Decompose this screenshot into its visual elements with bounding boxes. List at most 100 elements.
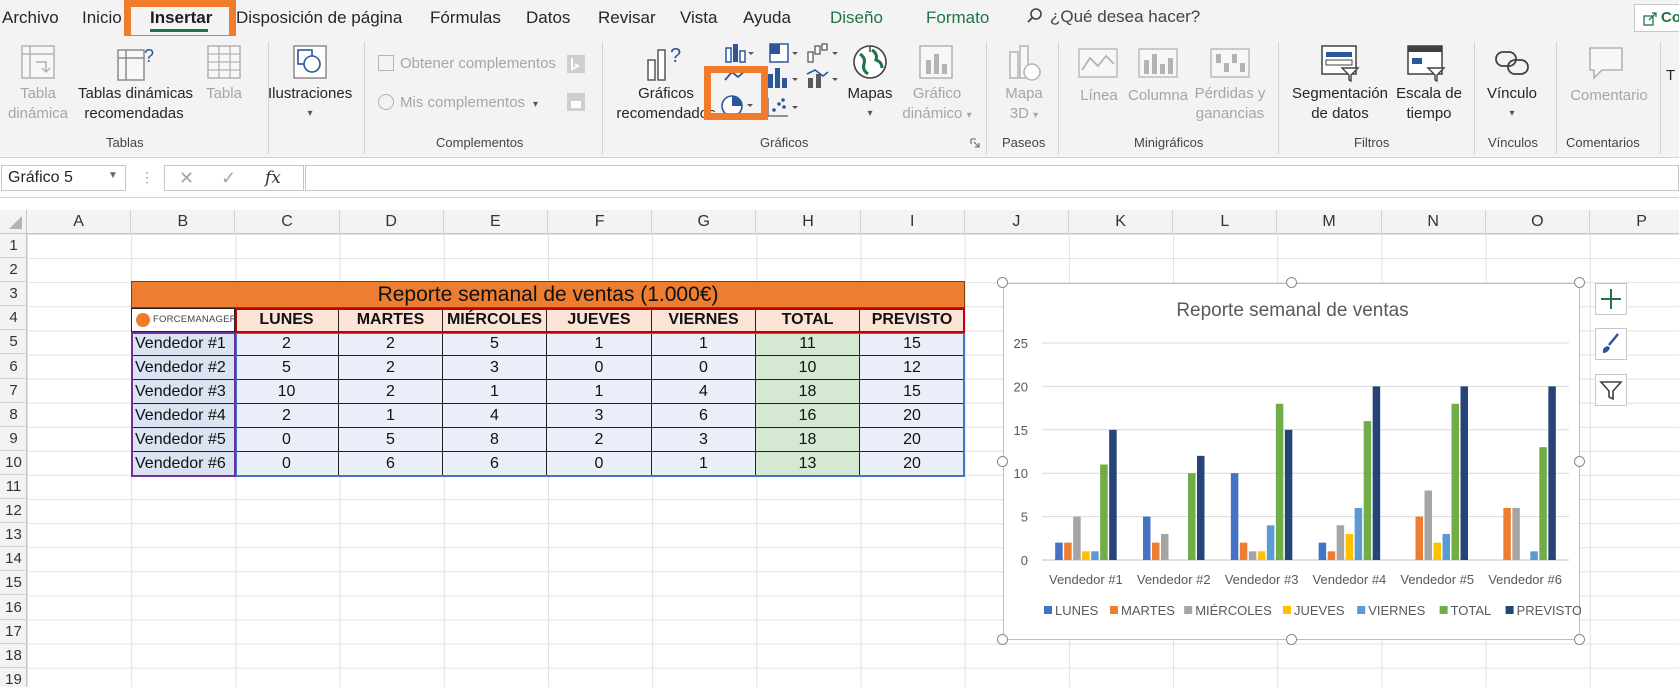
row-header-3[interactable]: 3: [0, 282, 27, 307]
row-header-12[interactable]: 12: [0, 499, 27, 524]
link-button[interactable]: Vínculo ▾: [1480, 84, 1544, 124]
value-cell[interactable]: 5: [339, 428, 443, 452]
row-header-4[interactable]: 4: [0, 306, 27, 331]
row-header-10[interactable]: 10: [0, 451, 27, 475]
waterfall-chart-icon[interactable]: [806, 42, 840, 64]
row-header-17[interactable]: 17: [0, 620, 27, 644]
value-cell[interactable]: 0: [235, 428, 339, 452]
value-cell[interactable]: 2: [339, 356, 443, 380]
vendor-name-cell[interactable]: Vendedor #2: [131, 356, 235, 380]
column-header-f[interactable]: F: [548, 210, 653, 234]
row-header-8[interactable]: 8: [0, 403, 27, 427]
timeline-button[interactable]: Escala de tiempo: [1394, 84, 1464, 124]
value-cell[interactable]: 3: [652, 428, 756, 452]
text-group-partial[interactable]: T: [1666, 66, 1675, 86]
resize-handle[interactable]: [1574, 277, 1585, 288]
column-header-b[interactable]: B: [131, 210, 236, 234]
tab-disposicion[interactable]: Disposición de página: [236, 8, 402, 28]
value-cell[interactable]: 4: [443, 404, 547, 428]
value-cell[interactable]: 6: [652, 404, 756, 428]
value-cell[interactable]: 1: [547, 380, 652, 404]
row-header-6[interactable]: 6: [0, 355, 27, 379]
get-addins-button[interactable]: Obtener complementos: [378, 54, 556, 74]
tell-me-search[interactable]: ¿Qué desea hacer?: [1026, 7, 1200, 27]
column-label-5[interactable]: TOTAL: [756, 308, 860, 332]
resize-handle[interactable]: [1285, 277, 1297, 288]
column-chart-icon[interactable]: [724, 42, 754, 64]
value-cell[interactable]: 18: [756, 380, 860, 404]
value-cell[interactable]: 10: [756, 356, 860, 380]
column-label-3[interactable]: JUEVES: [547, 308, 652, 332]
column-label-6[interactable]: PREVISTO: [860, 308, 965, 332]
resize-handle[interactable]: [997, 634, 1008, 645]
vendor-name-cell[interactable]: Vendedor #6: [131, 452, 235, 476]
column-header-e[interactable]: E: [444, 210, 548, 234]
value-cell[interactable]: 18: [756, 428, 860, 452]
pivot-chart-button[interactable]: Gráfico dinámico ▾: [902, 84, 972, 126]
tab-datos[interactable]: Datos: [526, 8, 570, 28]
column-header-m[interactable]: M: [1277, 210, 1382, 234]
value-cell[interactable]: 6: [339, 452, 443, 476]
slicer-button[interactable]: Segmentación de datos: [1290, 84, 1390, 124]
value-cell[interactable]: 12: [860, 356, 965, 380]
resize-handle[interactable]: [1285, 634, 1297, 645]
row-header-2[interactable]: 2: [0, 258, 27, 283]
value-cell[interactable]: 2: [339, 332, 443, 356]
row-header-15[interactable]: 15: [0, 571, 27, 596]
vendor-name-cell[interactable]: Vendedor #4: [131, 404, 235, 428]
tab-revisar[interactable]: Revisar: [598, 8, 656, 28]
column-header-h[interactable]: H: [756, 210, 861, 234]
column-header-g[interactable]: G: [652, 210, 757, 234]
value-cell[interactable]: 6: [443, 452, 547, 476]
value-cell[interactable]: 3: [547, 404, 652, 428]
value-cell[interactable]: 20: [860, 428, 965, 452]
column-header-j[interactable]: J: [965, 210, 1069, 234]
sales-chart[interactable]: Reporte semanal de ventas 0 5 10 15 20 25 Vende…: [1003, 283, 1582, 640]
value-cell[interactable]: 4: [652, 380, 756, 404]
column-header-d[interactable]: D: [340, 210, 444, 234]
formula-input[interactable]: [305, 165, 1679, 191]
column-label-0[interactable]: LUNES: [235, 308, 339, 332]
comment-button[interactable]: Comentario: [1562, 86, 1656, 106]
column-header-p[interactable]: P: [1590, 210, 1679, 234]
value-cell[interactable]: 0: [547, 356, 652, 380]
dialog-launcher-icon[interactable]: [970, 138, 980, 148]
value-cell[interactable]: 10: [235, 380, 339, 404]
column-label-4[interactable]: VIERNES: [652, 308, 756, 332]
value-cell[interactable]: 1: [547, 332, 652, 356]
recommended-pivot-button[interactable]: Tablas dinámicas recomendadas: [78, 84, 193, 124]
value-cell[interactable]: 15: [860, 332, 965, 356]
row-header-5[interactable]: 5: [0, 330, 27, 355]
value-cell[interactable]: 1: [652, 452, 756, 476]
column-label-1[interactable]: MARTES: [339, 308, 443, 332]
value-cell[interactable]: 20: [860, 404, 965, 428]
sparkline-column-button[interactable]: Columna: [1126, 86, 1190, 106]
column-header-a[interactable]: A: [27, 210, 132, 234]
resize-handle[interactable]: [1574, 455, 1585, 467]
value-cell[interactable]: 0: [547, 452, 652, 476]
value-cell[interactable]: 1: [339, 404, 443, 428]
value-cell[interactable]: 2: [547, 428, 652, 452]
table-button[interactable]: Tabla: [196, 84, 252, 104]
row-header-9[interactable]: 9: [0, 427, 27, 451]
row-header-19[interactable]: 19: [0, 668, 27, 687]
select-all-button[interactable]: [0, 210, 27, 234]
3d-map-button[interactable]: Mapa 3D ▾: [994, 84, 1054, 126]
row-header-1[interactable]: 1: [0, 234, 27, 259]
column-label-2[interactable]: MIÉRCOLES: [443, 308, 547, 332]
statistic-chart-icon[interactable]: [766, 66, 800, 90]
tab-formulas[interactable]: Fórmulas: [430, 8, 501, 28]
sparkline-line-button[interactable]: Línea: [1074, 86, 1124, 106]
chevron-down-icon[interactable]: ▼: [108, 170, 118, 181]
value-cell[interactable]: 2: [235, 332, 339, 356]
vendor-name-cell[interactable]: Vendedor #3: [131, 380, 235, 404]
value-cell[interactable]: 1: [443, 380, 547, 404]
tab-formato[interactable]: Formato: [926, 8, 989, 28]
value-cell[interactable]: 3: [443, 356, 547, 380]
drag-handle-icon[interactable]: ⋮: [140, 169, 154, 186]
row-header-14[interactable]: 14: [0, 547, 27, 572]
vendor-name-cell[interactable]: Vendedor #1: [131, 332, 235, 356]
combo-chart-icon[interactable]: [806, 68, 840, 90]
row-header-13[interactable]: 13: [0, 523, 27, 548]
tab-vista[interactable]: Vista: [680, 8, 718, 28]
